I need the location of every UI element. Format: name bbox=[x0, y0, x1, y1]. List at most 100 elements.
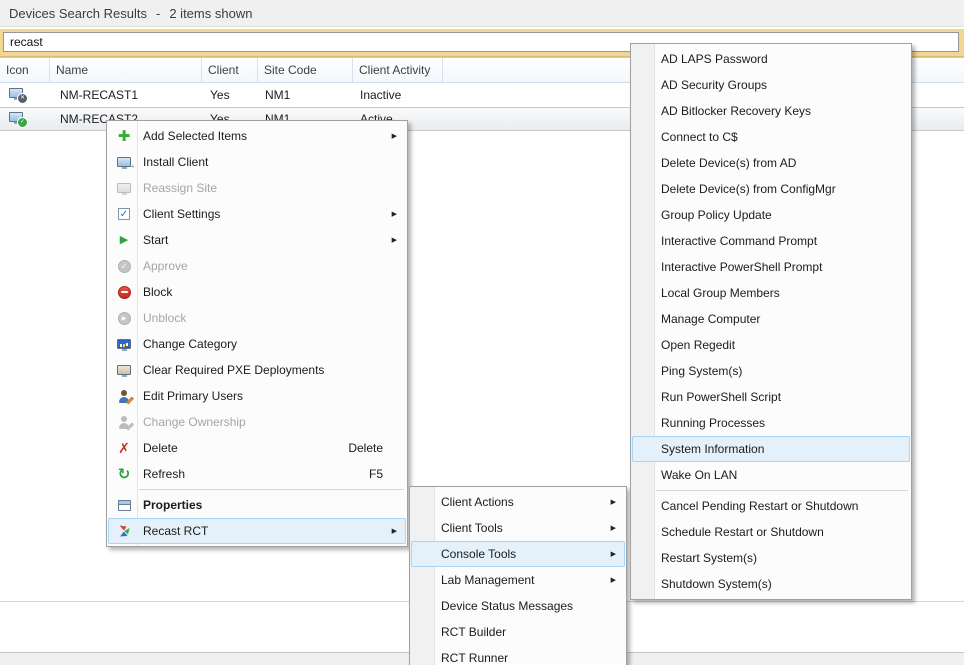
menu-item-label: Console Tools bbox=[437, 547, 516, 561]
menu-item-label: Client Tools bbox=[437, 521, 503, 535]
menu-item-restart-system-s[interactable]: Restart System(s) bbox=[632, 545, 910, 571]
menu-item-label: Running Processes bbox=[657, 416, 765, 430]
device-inactive-icon: ✕ bbox=[9, 88, 26, 102]
menu-item-rct-runner[interactable]: RCT Runner bbox=[411, 645, 625, 665]
menu-item-change-ownership[interactable]: Change Ownership bbox=[108, 409, 406, 435]
menu-item-group-policy-update[interactable]: Group Policy Update bbox=[632, 202, 910, 228]
menu-item-approve[interactable]: ✓Approve bbox=[108, 253, 406, 279]
submenu-arrow-icon: ▶ bbox=[392, 133, 397, 140]
menu-item-ad-bitlocker-recovery-keys[interactable]: AD Bitlocker Recovery Keys bbox=[632, 98, 910, 124]
menu-item-properties[interactable]: Properties bbox=[108, 492, 406, 518]
menu-item-install-client[interactable]: →Install Client bbox=[108, 149, 406, 175]
submenu-arrow-icon: ▶ bbox=[611, 499, 616, 506]
menu-item-label: Ping System(s) bbox=[657, 364, 742, 378]
menu-item-label: Connect to C$ bbox=[657, 130, 738, 144]
column-header-name[interactable]: Name bbox=[50, 58, 202, 82]
menu-item-label: Delete Device(s) from ConfigMgr bbox=[657, 182, 836, 196]
menu-item-label: Run PowerShell Script bbox=[657, 390, 781, 404]
menu-item-local-group-members[interactable]: Local Group Members bbox=[632, 280, 910, 306]
menu-item-client-tools[interactable]: Client Tools▶ bbox=[411, 515, 625, 541]
block-icon bbox=[109, 286, 139, 299]
menu-item-label: Client Settings bbox=[139, 207, 220, 221]
menu-item-label: Schedule Restart or Shutdown bbox=[657, 525, 824, 539]
recast-rct-icon bbox=[109, 524, 139, 538]
menu-item-schedule-restart-or-shutdown[interactable]: Schedule Restart or Shutdown bbox=[632, 519, 910, 545]
delete-icon: ✗ bbox=[109, 441, 139, 455]
menu-item-cancel-pending-restart-or-shutdown[interactable]: Cancel Pending Restart or Shutdown bbox=[632, 493, 910, 519]
install-client-icon: → bbox=[109, 157, 139, 167]
menu-item-delete-device-s-from-ad[interactable]: Delete Device(s) from AD bbox=[632, 150, 910, 176]
menu-item-label: Manage Computer bbox=[657, 312, 760, 326]
column-header-icon[interactable]: Icon bbox=[0, 58, 50, 82]
menu-item-run-powershell-script[interactable]: Run PowerShell Script bbox=[632, 384, 910, 410]
column-header-client-activity[interactable]: Client Activity bbox=[353, 58, 443, 82]
devices-search-results-window: Devices Search Results - 2 items shown I… bbox=[0, 0, 964, 665]
menu-item-connect-to-c[interactable]: Connect to C$ bbox=[632, 124, 910, 150]
menu-item-unblock[interactable]: ▶Unblock bbox=[108, 305, 406, 331]
add-plus-icon: ✚ bbox=[109, 129, 139, 144]
menu-item-manage-computer[interactable]: Manage Computer bbox=[632, 306, 910, 332]
menu-item-block[interactable]: Block bbox=[108, 279, 406, 305]
submenu-arrow-icon: ▶ bbox=[392, 211, 397, 218]
menu-item-ad-security-groups[interactable]: AD Security Groups bbox=[632, 72, 910, 98]
menu-item-console-tools[interactable]: Console Tools ▶ bbox=[411, 541, 625, 567]
menu-item-label: RCT Builder bbox=[437, 625, 506, 639]
menu-separator bbox=[139, 489, 404, 490]
menu-item-label: Open Regedit bbox=[657, 338, 735, 352]
items-shown-count: 2 items shown bbox=[169, 6, 252, 21]
menu-item-label: Reassign Site bbox=[139, 181, 217, 195]
menu-item-interactive-command-prompt[interactable]: Interactive Command Prompt bbox=[632, 228, 910, 254]
menu-item-ping-system-s[interactable]: Ping System(s) bbox=[632, 358, 910, 384]
menu-item-system-information[interactable]: System Information bbox=[632, 436, 910, 462]
menu-item-reassign-site[interactable]: Reassign Site bbox=[108, 175, 406, 201]
menu-item-label: Start bbox=[139, 233, 168, 247]
unblock-icon: ▶ bbox=[109, 312, 139, 325]
menu-item-clear-required-pxe-deployments[interactable]: Clear Required PXE Deployments bbox=[108, 357, 406, 383]
menu-item-start[interactable]: ▶Start▶ bbox=[108, 227, 406, 253]
device-name: NM-RECAST1 bbox=[50, 88, 202, 102]
device-context-menu: ✚Add Selected Items ▶ →Install Client Reass… bbox=[106, 120, 408, 547]
menu-item-add-selected-items[interactable]: ✚Add Selected Items ▶ bbox=[108, 123, 406, 149]
column-header-site-code[interactable]: Site Code bbox=[258, 58, 353, 82]
menu-item-label: Group Policy Update bbox=[657, 208, 772, 222]
menu-item-shortcut: F5 bbox=[369, 467, 383, 481]
menu-item-change-category[interactable]: Change Category bbox=[108, 331, 406, 357]
start-icon: ▶ bbox=[109, 235, 139, 246]
menu-item-recast-rct[interactable]: Recast RCT▶ bbox=[108, 518, 406, 544]
menu-item-interactive-powershell-prompt[interactable]: Interactive PowerShell Prompt bbox=[632, 254, 910, 280]
menu-item-client-actions[interactable]: Client Actions▶ bbox=[411, 489, 625, 515]
menu-item-wake-on-lan[interactable]: Wake On LAN bbox=[632, 462, 910, 488]
menu-item-ad-laps-password[interactable]: AD LAPS Password bbox=[632, 46, 910, 72]
device-site-code: NM1 bbox=[258, 88, 353, 102]
pane-title: Devices Search Results bbox=[9, 6, 147, 21]
menu-item-label: Block bbox=[139, 285, 172, 299]
menu-item-label: Local Group Members bbox=[657, 286, 780, 300]
submenu-arrow-icon: ▶ bbox=[611, 551, 616, 558]
menu-item-delete-device-s-from-configmgr[interactable]: Delete Device(s) from ConfigMgr bbox=[632, 176, 910, 202]
submenu-arrow-icon: ▶ bbox=[392, 237, 397, 244]
menu-item-client-settings[interactable]: ✓Client Settings▶ bbox=[108, 201, 406, 227]
menu-item-running-processes[interactable]: Running Processes bbox=[632, 410, 910, 436]
menu-item-open-regedit[interactable]: Open Regedit bbox=[632, 332, 910, 358]
menu-item-rct-builder[interactable]: RCT Builder bbox=[411, 619, 625, 645]
approve-icon: ✓ bbox=[109, 260, 139, 273]
menu-item-label: Cancel Pending Restart or Shutdown bbox=[657, 499, 858, 513]
menu-item-refresh[interactable]: ↻RefreshF5 bbox=[108, 461, 406, 487]
column-header-client[interactable]: Client bbox=[202, 58, 258, 82]
menu-item-label: RCT Runner bbox=[437, 651, 508, 665]
change-ownership-icon bbox=[109, 416, 139, 429]
menu-item-label: Delete bbox=[139, 441, 178, 455]
menu-item-shutdown-system-s[interactable]: Shutdown System(s) bbox=[632, 571, 910, 597]
menu-item-label: Device Status Messages bbox=[437, 599, 573, 613]
menu-item-label: Wake On LAN bbox=[657, 468, 737, 482]
menu-item-delete[interactable]: ✗DeleteDelete bbox=[108, 435, 406, 461]
menu-item-label: Restart System(s) bbox=[657, 551, 757, 565]
menu-item-label: System Information bbox=[657, 442, 764, 456]
menu-item-label: Lab Management bbox=[437, 573, 534, 587]
pane-header: Devices Search Results - 2 items shown bbox=[0, 0, 964, 27]
menu-item-lab-management[interactable]: Lab Management▶ bbox=[411, 567, 625, 593]
menu-item-label: Recast RCT bbox=[139, 524, 208, 538]
menu-item-edit-primary-users[interactable]: Edit Primary Users bbox=[108, 383, 406, 409]
menu-item-device-status-messages[interactable]: Device Status Messages bbox=[411, 593, 625, 619]
menu-item-label: Add Selected Items bbox=[139, 129, 247, 143]
